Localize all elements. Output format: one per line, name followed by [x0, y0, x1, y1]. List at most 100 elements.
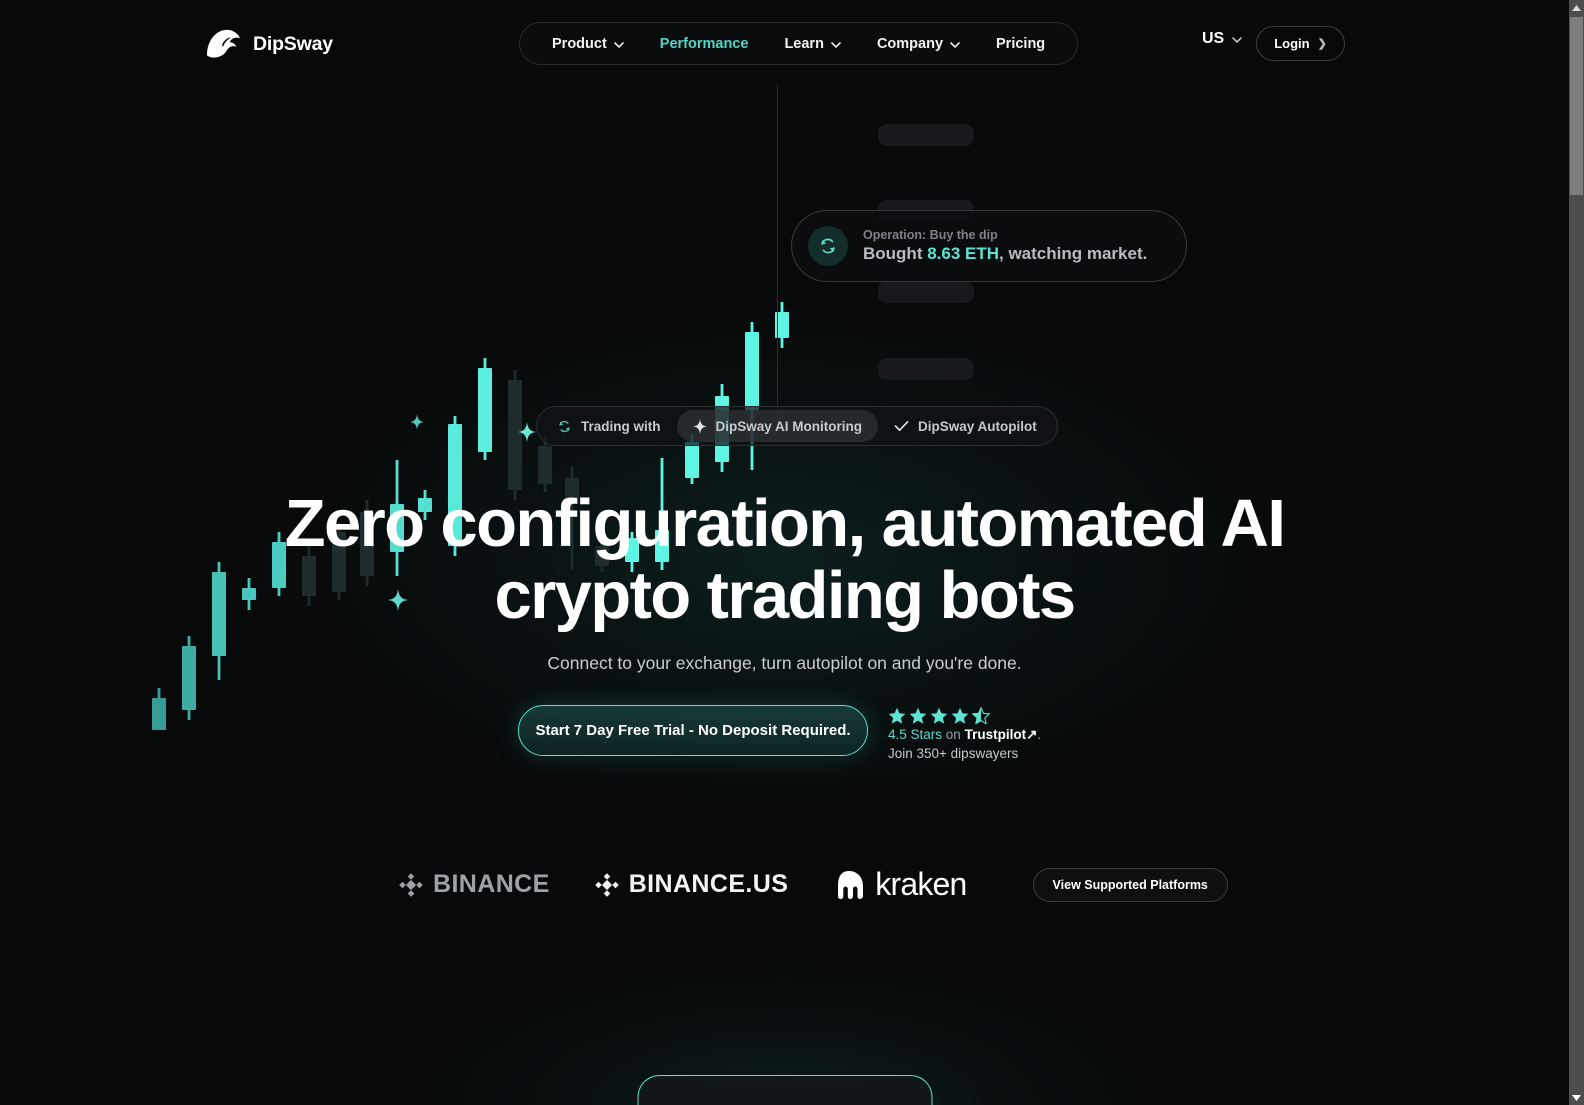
feature-pill-dipsway-autopilot[interactable]: DipSway Autopilot	[878, 410, 1053, 442]
nav-item-label: Company	[876, 35, 944, 52]
scrollbar-thumb[interactable]	[1570, 17, 1583, 195]
candle-wick	[187, 636, 191, 720]
nav-item-company[interactable]: Company	[859, 23, 978, 64]
nav-item-label: Performance	[659, 35, 749, 52]
rating-on-text: on	[945, 727, 961, 742]
logo-kraken: kraken	[832, 866, 967, 903]
rating-score: 4.5 Stars	[888, 727, 943, 742]
binance-diamond-icon	[594, 872, 619, 897]
bottom-glow	[234, 895, 1335, 1105]
next-section-panel	[637, 1075, 932, 1105]
view-supported-platforms-button[interactable]: View Supported Platforms	[1032, 867, 1228, 902]
logo-kraken-label: kraken	[875, 866, 967, 902]
logo-binance-us: BINANCE.US	[594, 870, 789, 899]
nav-item-product[interactable]: Product	[534, 23, 642, 64]
nav-item-label: Learn	[784, 35, 824, 52]
candle-wick	[483, 358, 487, 460]
candle-body	[745, 332, 759, 410]
star-filled-icon	[888, 707, 906, 724]
scroll-up-arrow[interactable]	[1569, 0, 1584, 15]
star-rating	[888, 707, 1041, 724]
main-nav: Product Performance Learn Company Pricing	[519, 22, 1079, 65]
candle-wick	[543, 436, 547, 492]
refresh-icon	[821, 238, 835, 254]
cta-row: Start 7 Day Free Trial - No Deposit Requ…	[518, 705, 1041, 761]
brand-name: DipSway	[253, 32, 333, 55]
trustpilot-link[interactable]: Trustpilot↗	[965, 727, 1038, 742]
binance-diamond-icon	[399, 872, 423, 897]
operation-label: Operation: Buy the dip	[863, 228, 998, 242]
star-filled-icon	[909, 707, 927, 724]
rating-period: .	[1037, 727, 1042, 742]
operation-message-suffix: , watching market.	[999, 244, 1148, 263]
exchange-logos: BINANCE BINANCE.US kraken View Supported…	[398, 866, 1228, 903]
candle-wick	[750, 322, 754, 470]
check-icon	[894, 420, 909, 432]
nav-item-label: Pricing	[996, 35, 1046, 52]
chart-vertical-rule	[777, 85, 778, 415]
logo-binance-label: BINANCE	[433, 870, 550, 898]
feature-pill-row: Trading with DipSway AI Monitoring DipSway…	[536, 406, 1058, 446]
candle-body	[538, 446, 552, 484]
login-button[interactable]: Login ❯	[1256, 26, 1345, 61]
wave-logo-icon	[206, 29, 240, 58]
chevron-down-icon	[950, 41, 960, 48]
operation-message-prefix: Bought	[863, 244, 928, 263]
candle-body	[152, 698, 166, 730]
feature-pill-label: Trading with	[581, 418, 661, 434]
nav-item-pricing[interactable]: Pricing	[978, 23, 1063, 64]
logo-binance-us-label: BINANCE.US	[628, 870, 789, 898]
candle-wick	[157, 688, 161, 730]
candle-body	[685, 442, 699, 478]
nav-item-performance[interactable]: Performance	[642, 23, 767, 64]
feature-pill-label: DipSway AI Monitoring	[715, 418, 863, 434]
logo-binance: BINANCE	[398, 870, 550, 899]
refresh-icon	[559, 420, 570, 432]
operation-badge	[808, 226, 848, 266]
skeleton-placeholder	[878, 358, 974, 380]
chevron-down-icon	[613, 41, 624, 48]
star-filled-icon	[951, 707, 969, 724]
rating-score-line: 4.5 Stars on Trustpilot↗.	[888, 727, 1041, 743]
brand-logo[interactable]: DipSway	[204, 27, 333, 61]
operation-message: Bought 8.63 ETH, watching market.	[863, 244, 1147, 264]
candle-body	[508, 380, 522, 490]
browser-page: DipSway Product Performance Learn Company Pr…	[0, 0, 1584, 1105]
feature-pill-dipsway-ai-monitoring[interactable]: DipSway AI Monitoring	[676, 410, 878, 442]
nav-item-learn[interactable]: Learn	[766, 23, 859, 64]
operation-message-amount: 8.63 ETH	[927, 244, 1000, 263]
page-title: Zero configuration, automated AI crypto …	[284, 486, 1286, 633]
candle-wick	[780, 302, 784, 348]
candle-body	[182, 646, 196, 710]
candle-wick	[513, 370, 517, 500]
star-filled-icon	[930, 707, 948, 724]
kraken-icon	[838, 870, 864, 899]
skeleton-placeholder	[878, 281, 974, 303]
sparkle-icon	[518, 422, 536, 442]
trustpilot-rating: 4.5 Stars on Trustpilot↗. Join 350+ dips…	[888, 705, 1041, 761]
star-half-icon	[972, 707, 990, 724]
rating-join-text: Join 350+ dipswayers	[888, 746, 1019, 761]
operation-texts: Operation: Buy the dip Bought 8.63 ETH, …	[863, 228, 1147, 264]
page-viewport: DipSway Product Performance Learn Company Pr…	[0, 0, 1569, 1105]
chevron-down-icon	[1232, 37, 1242, 43]
sparkle-icon	[410, 414, 424, 430]
chevron-down-icon	[831, 41, 841, 48]
external-link-icon: ↗	[1026, 727, 1038, 742]
feature-pill-label: DipSway Autopilot	[918, 418, 1037, 434]
chevron-right-icon: ❯	[1317, 38, 1327, 50]
locale-selector[interactable]: US	[1202, 30, 1242, 48]
nav-item-label: Product	[552, 35, 607, 52]
candle-body	[478, 368, 492, 452]
trustpilot-label: Trustpilot	[964, 727, 1027, 742]
skeleton-placeholder	[878, 124, 974, 146]
site-header: DipSway Product Performance Learn Company Pr…	[0, 0, 1569, 88]
feature-pill-trading-with[interactable]: Trading with	[541, 410, 677, 442]
vertical-scrollbar[interactable]	[1569, 0, 1584, 1105]
operation-notification-card: Operation: Buy the dip Bought 8.63 ETH, …	[791, 210, 1187, 282]
hero-subheadline: Connect to your exchange, turn autopilot…	[547, 653, 1022, 673]
start-trial-button[interactable]: Start 7 Day Free Trial - No Deposit Requ…	[518, 705, 868, 756]
scroll-down-arrow[interactable]	[1569, 1090, 1584, 1105]
sparkle-icon	[692, 418, 707, 434]
locale-label: US	[1202, 30, 1225, 47]
